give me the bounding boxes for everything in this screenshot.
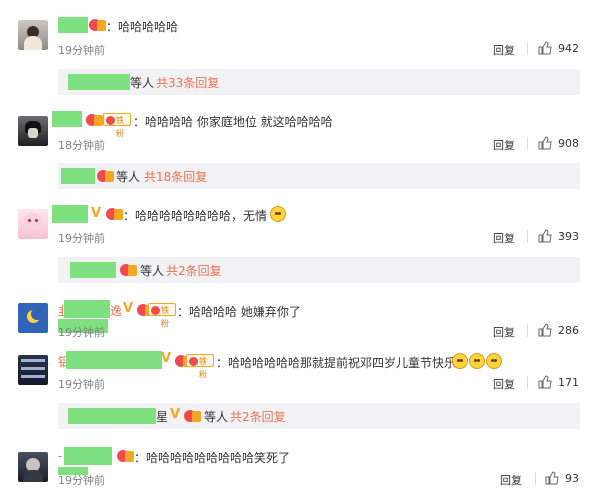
like-icon[interactable] (538, 375, 552, 389)
reply-button[interactable]: 回复 (493, 42, 515, 58)
like-icon[interactable] (538, 229, 552, 243)
verified-icon: V (123, 301, 134, 316)
comment-time: 18分钟前 (58, 139, 105, 152)
reply-count-link[interactable]: 共18条回复 (144, 168, 207, 185)
username-redaction[interactable] (58, 17, 88, 33)
username-redaction[interactable] (52, 205, 88, 223)
like-count: 171 (558, 376, 579, 389)
divider (527, 376, 528, 389)
username-redaction[interactable] (64, 447, 112, 465)
comment-text: ：哈哈哈哈 你家庭地位 就这哈哈哈哈 (133, 115, 333, 129)
comment-text: ：哈哈哈哈哈哈那就提前祝邓四岁儿童节快乐 (216, 356, 457, 370)
emoji-icon (452, 353, 468, 369)
divider (527, 42, 528, 55)
reply-summary-bar[interactable]: 等人 共2条回复 (58, 257, 580, 283)
username-redaction[interactable] (52, 111, 82, 127)
emoji-icon (469, 353, 485, 369)
avatar[interactable] (18, 116, 48, 146)
avatar[interactable] (18, 209, 48, 239)
fan-badge: 铁粉 (103, 113, 131, 138)
like-count: 942 (558, 42, 579, 55)
reply-button[interactable]: 回复 (500, 472, 522, 488)
reply-summary-suffix: 等人 (204, 410, 229, 424)
comment-time: 19分钟前 (58, 378, 105, 391)
reply-button[interactable]: 回复 (493, 324, 515, 340)
avatar[interactable] (18, 303, 48, 333)
verified-icon: V (161, 351, 172, 366)
username-redaction (70, 262, 116, 278)
emoji-icon (270, 206, 286, 222)
reply-summary-bar[interactable]: 等人 共33条回复 (58, 69, 580, 95)
reply-button[interactable]: 回复 (493, 230, 515, 246)
reply-button[interactable]: 回复 (493, 376, 515, 392)
reply-summary-suffix: 等人 (140, 264, 165, 278)
like-icon[interactable] (538, 323, 552, 337)
like-icon[interactable] (538, 41, 552, 55)
reply-summary-bar[interactable]: 星 V 等人 共2条回复 (58, 403, 580, 429)
reply-button[interactable]: 回复 (493, 137, 515, 153)
username-suffix: 星 (156, 410, 169, 424)
member-badge-icon (106, 206, 123, 221)
username-redaction[interactable] (64, 300, 110, 318)
like-icon[interactable] (538, 136, 552, 150)
fan-badge: 铁粉 (186, 354, 214, 379)
divider (527, 324, 528, 337)
username-redaction (68, 74, 130, 90)
username-redaction (61, 168, 95, 184)
reply-summary-bar[interactable]: 等人 共18条回复 (58, 163, 580, 189)
reply-summary-suffix: 等人 (116, 170, 141, 184)
comment-text: ：哈哈哈哈哈哈哈哈，无情 (123, 209, 268, 223)
comment-time: 19分钟前 (58, 232, 105, 245)
member-badge-icon (120, 262, 137, 277)
divider (535, 472, 536, 485)
comment-time: 19分钟前 (58, 44, 105, 57)
like-count: 93 (565, 472, 579, 485)
avatar[interactable] (18, 452, 48, 482)
avatar[interactable] (18, 355, 48, 385)
comment-text: ：哈哈哈哈哈哈哈哈哈笑死了 (134, 451, 291, 465)
comment-text: ：哈哈哈哈 她嫌弃你了 (177, 305, 301, 319)
divider (527, 137, 528, 150)
like-count: 286 (558, 324, 579, 337)
username-suffix[interactable]: 逸 (110, 302, 122, 319)
reply-count-link[interactable]: 共2条回复 (166, 262, 222, 279)
member-badge-icon (117, 448, 134, 463)
member-badge-icon (86, 112, 103, 127)
fan-badge: 铁粉 (148, 303, 176, 328)
verified-icon: V (170, 407, 181, 422)
comment-text: ：哈哈哈哈哈 (106, 20, 179, 34)
username-redaction[interactable] (66, 351, 162, 369)
member-badge-icon (89, 17, 106, 32)
member-badge-icon (184, 408, 201, 423)
divider (527, 230, 528, 243)
reply-count-link[interactable]: 共2条回复 (230, 408, 286, 425)
username-redaction (68, 408, 156, 424)
comment-time: 19分钟前 (58, 474, 105, 487)
emoji-icon (486, 353, 502, 369)
reply-summary-suffix: 等人 (130, 76, 155, 90)
avatar[interactable] (18, 20, 48, 50)
like-icon[interactable] (545, 471, 559, 485)
like-count: 908 (558, 137, 579, 150)
comment-time: 19分钟前 (58, 326, 105, 339)
member-badge-icon (97, 168, 114, 183)
reply-count-link[interactable]: 共33条回复 (156, 74, 219, 91)
username-prefix[interactable]: - (58, 449, 62, 463)
like-count: 393 (558, 230, 579, 243)
verified-icon: V (91, 206, 102, 221)
